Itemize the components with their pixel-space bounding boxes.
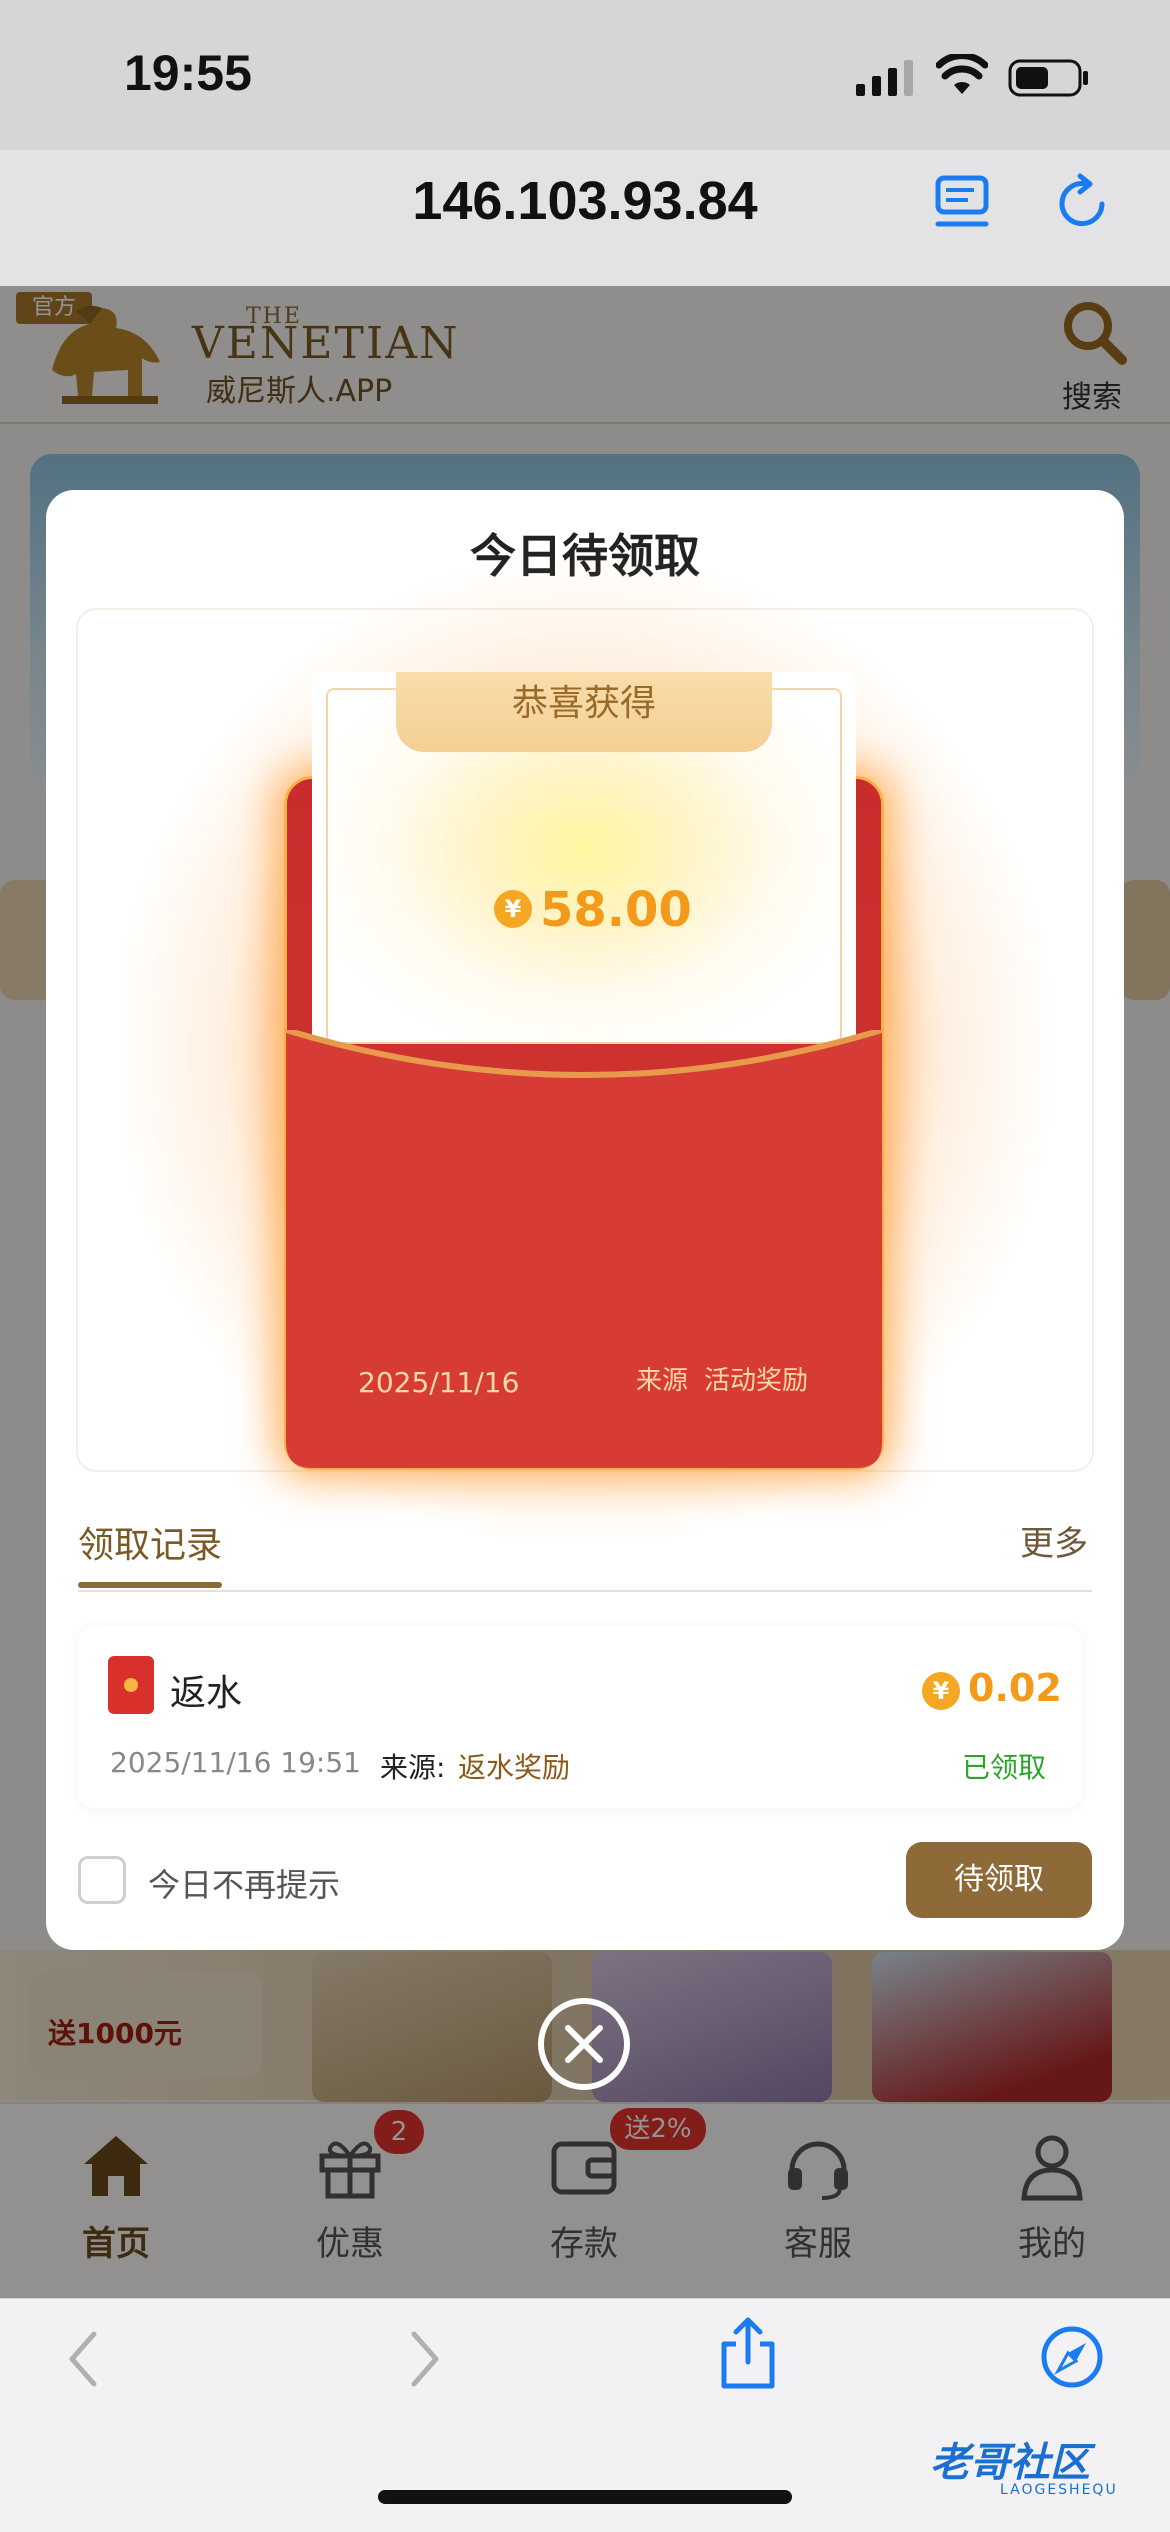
watermark-logo: 老哥社区 xyxy=(930,2440,1090,2486)
record-card xyxy=(78,1626,1082,1808)
share-icon[interactable] xyxy=(716,2316,780,2390)
envelope-source: 活动奖励 xyxy=(704,1366,809,1396)
tab-divider xyxy=(78,1590,1092,1592)
envelope-amount-value: 58.00 xyxy=(540,882,692,938)
tab-claim-records[interactable]: 领取记录 xyxy=(78,1516,222,1568)
dont-remind-label[interactable]: 今日不再提示 xyxy=(148,1860,340,1906)
envelope-banner-text: 恭喜获得 xyxy=(511,683,656,724)
reader-mode-icon[interactable] xyxy=(934,174,990,232)
envelope-source-label: 来源 xyxy=(636,1366,689,1396)
red-packet-icon-dot xyxy=(124,1678,138,1692)
battery-icon xyxy=(1008,59,1088,97)
record-source-label: 来源: xyxy=(380,1751,446,1784)
status-time: 19:55 xyxy=(124,45,252,101)
cellular-signal-icon xyxy=(856,60,913,96)
record-name: 返水 xyxy=(170,1673,243,1714)
more-link[interactable]: 更多 xyxy=(1020,1516,1088,1565)
record-time: 2025/11/16 19:51 xyxy=(110,1746,361,1779)
home-indicator xyxy=(378,2490,792,2504)
record-source: 返水奖励 xyxy=(458,1751,571,1784)
tab-active-underline xyxy=(78,1582,222,1588)
compass-icon[interactable] xyxy=(1040,2320,1104,2394)
close-icon[interactable] xyxy=(536,1996,632,2092)
envelope-date: 2025/11/16 xyxy=(358,1366,520,1399)
record-status: 已领取 xyxy=(962,1751,1047,1784)
record-amount: 0.02 xyxy=(968,1666,1062,1710)
wifi-icon xyxy=(936,54,988,94)
claim-button[interactable]: 待领取 xyxy=(906,1842,1092,1918)
back-icon[interactable] xyxy=(54,2322,118,2396)
envelope-flap xyxy=(286,1030,882,1468)
reload-icon[interactable] xyxy=(1056,172,1112,232)
dont-remind-checkbox[interactable] xyxy=(78,1856,126,1904)
watermark-subtext: LAOGESHEQU xyxy=(1000,2482,1118,2498)
url-text[interactable]: 146.103.93.84 xyxy=(0,170,1170,232)
coin-icon: ¥ xyxy=(922,1672,960,1710)
forward-icon[interactable] xyxy=(390,2322,454,2396)
coin-icon: ¥ xyxy=(494,890,532,928)
